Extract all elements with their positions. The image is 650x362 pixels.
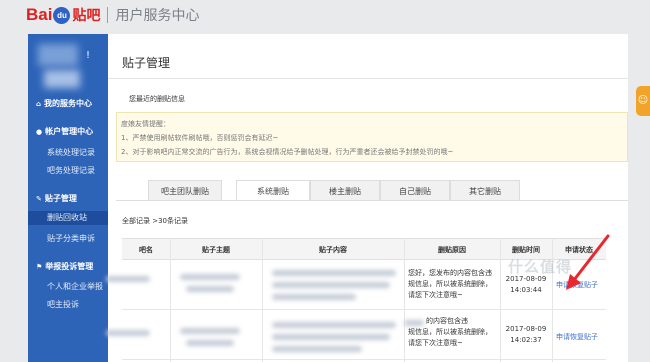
red-arrow-icon — [566, 234, 610, 290]
feedback-icon: ☺ — [637, 95, 649, 106]
floating-feedback-tab[interactable]: ☺ — [636, 86, 650, 116]
watermark: 什么值得 — [508, 258, 573, 276]
